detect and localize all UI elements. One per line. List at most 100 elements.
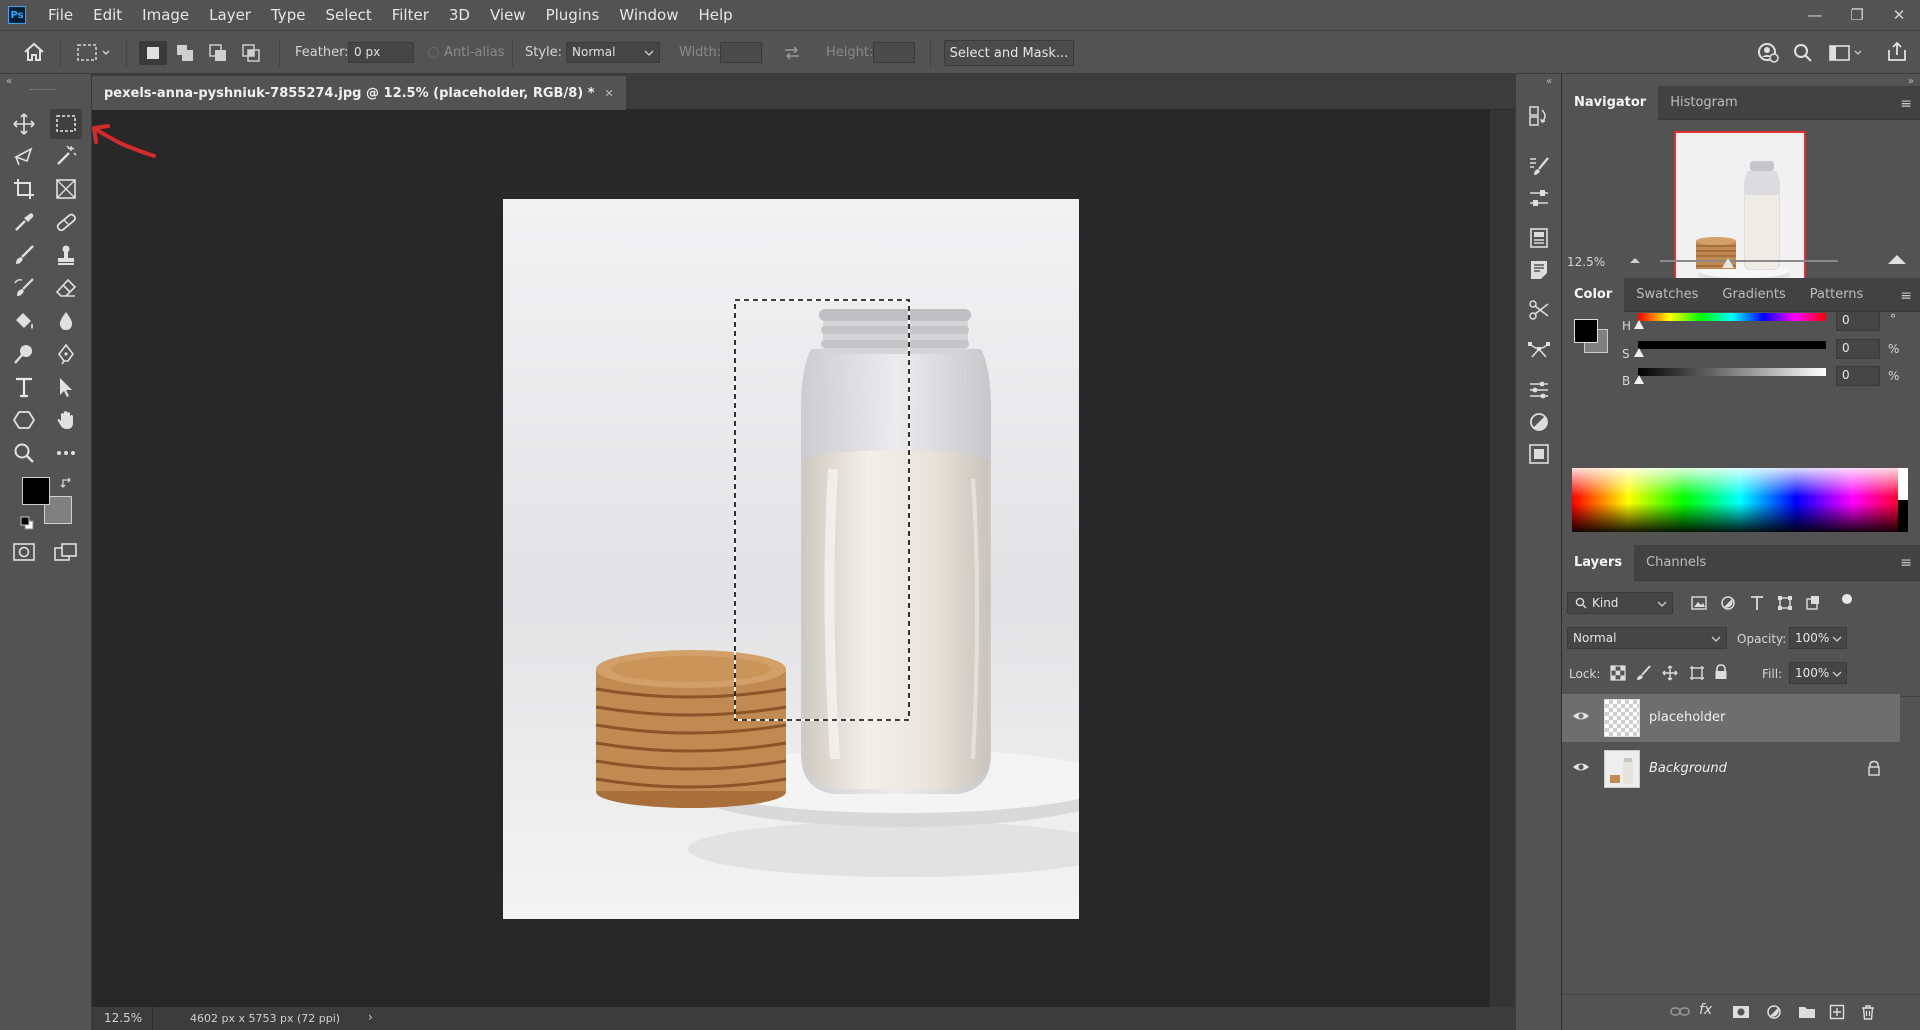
cloud-docs-icon[interactable] <box>1756 42 1780 64</box>
menu-file[interactable]: File <box>38 0 83 30</box>
layer-name[interactable]: Background <box>1649 761 1727 776</box>
lock-artboard-icon[interactable] <box>1689 665 1705 681</box>
paint-bucket-tool-icon[interactable] <box>8 306 40 336</box>
filter-type-layers-icon[interactable] <box>1749 595 1765 611</box>
status-menu-arrow[interactable]: › <box>368 1010 373 1024</box>
home-icon[interactable] <box>22 41 46 63</box>
document-tab[interactable]: pexels-anna-pyshniuk-7855274.jpg @ 12.5%… <box>92 76 626 110</box>
select-and-mask-button[interactable]: Select and Mask... <box>944 40 1074 66</box>
menu-plugins[interactable]: Plugins <box>536 0 610 30</box>
collapse-toolbar-icon[interactable]: « <box>6 76 12 87</box>
marquee-preset-icon[interactable] <box>76 43 112 63</box>
new-adjustment-layer-icon[interactable] <box>1766 1004 1782 1020</box>
quick-mask-icon[interactable] <box>8 537 40 567</box>
frame-tool-icon[interactable] <box>50 174 82 204</box>
panel-menu-icon[interactable]: ≡ <box>1900 288 1912 304</box>
screen-mode-icon[interactable] <box>50 537 82 567</box>
panel-menu-icon[interactable]: ≡ <box>1900 96 1912 112</box>
lock-image-pixels-icon[interactable] <box>1636 665 1652 681</box>
tab-gradients[interactable]: Gradients <box>1710 278 1797 312</box>
rectangular-marquee-tool-icon[interactable] <box>50 109 82 139</box>
restore-button[interactable]: ❐ <box>1836 0 1878 30</box>
vertical-scrollbar[interactable] <box>1490 110 1515 1007</box>
filter-pixel-layers-icon[interactable] <box>1691 595 1707 611</box>
feather-input[interactable]: 0 px <box>348 42 414 63</box>
paths-panel-icon[interactable] <box>1523 336 1555 364</box>
close-button[interactable]: ✕ <box>1878 0 1920 30</box>
menu-window[interactable]: Window <box>609 0 688 30</box>
fill-input[interactable]: 100% <box>1789 662 1847 684</box>
menu-filter[interactable]: Filter <box>382 0 439 30</box>
filter-toggle-icon[interactable] <box>1842 594 1852 604</box>
zoom-slider-handle[interactable] <box>1721 258 1734 268</box>
edit-toolbar-icon[interactable] <box>50 438 82 468</box>
hue-slider-handle[interactable] <box>1634 320 1644 329</box>
menu-view[interactable]: View <box>480 0 536 30</box>
zoom-out-icon[interactable] <box>1628 255 1642 265</box>
libraries-panel-icon[interactable] <box>1523 440 1555 468</box>
layer-visibility-eye-icon[interactable] <box>1572 709 1590 723</box>
minimize-button[interactable]: — <box>1794 0 1836 30</box>
eyedropper-tool-icon[interactable] <box>8 207 40 237</box>
navigator-thumbnail[interactable] <box>1674 131 1806 295</box>
pen-tool-icon[interactable] <box>50 339 82 369</box>
menu-help[interactable]: Help <box>688 0 742 30</box>
new-selection-mode-icon[interactable] <box>139 41 167 65</box>
menu-select[interactable]: Select <box>315 0 381 30</box>
color-spectrum[interactable] <box>1572 468 1908 532</box>
search-icon[interactable] <box>1793 43 1813 63</box>
magic-wand-tool-icon[interactable] <box>50 141 82 171</box>
swap-width-height-icon[interactable] <box>782 44 802 62</box>
history-panel-icon[interactable] <box>1523 102 1555 130</box>
brush-tool-icon[interactable] <box>8 240 40 270</box>
layer-kind-filter[interactable]: Kind <box>1567 592 1673 614</box>
add-to-selection-icon[interactable] <box>171 41 199 65</box>
navigator-zoom-value[interactable]: 12.5% <box>1567 255 1605 269</box>
tab-channels[interactable]: Channels <box>1634 545 1718 581</box>
height-input[interactable] <box>873 42 915 63</box>
layer-name[interactable]: placeholder <box>1649 710 1725 725</box>
tab-histogram[interactable]: Histogram <box>1658 86 1749 120</box>
layer-style-fx-icon[interactable]: fx <box>1699 1002 1712 1018</box>
default-colors-icon[interactable] <box>20 516 34 530</box>
lock-transparent-pixels-icon[interactable] <box>1610 665 1626 681</box>
tab-color[interactable]: Color <box>1562 277 1625 312</box>
notes-panel-icon[interactable] <box>1523 256 1555 284</box>
menu-layer[interactable]: Layer <box>199 0 261 30</box>
menu-image[interactable]: Image <box>132 0 199 30</box>
filter-smart-objects-icon[interactable] <box>1805 595 1821 611</box>
lock-all-icon[interactable] <box>1714 664 1728 680</box>
crop-tool-icon[interactable] <box>8 174 40 204</box>
menu-type[interactable]: Type <box>261 0 315 30</box>
style-select[interactable]: Normal <box>566 42 660 63</box>
blend-mode-select[interactable]: Normal <box>1567 627 1727 649</box>
tab-layers[interactable]: Layers <box>1562 544 1635 581</box>
new-layer-icon[interactable] <box>1829 1004 1845 1020</box>
brightness-slider[interactable] <box>1638 368 1826 376</box>
tool-presets-icon[interactable] <box>1523 296 1555 324</box>
add-layer-mask-icon[interactable] <box>1732 1005 1750 1019</box>
hue-input[interactable]: 0 <box>1836 311 1880 331</box>
clone-stamp-tool-icon[interactable] <box>50 240 82 270</box>
collapse-icons-icon[interactable]: « <box>1546 76 1552 87</box>
close-tab-icon[interactable]: ✕ <box>605 87 614 100</box>
eraser-tool-icon[interactable] <box>50 273 82 303</box>
document-image[interactable] <box>503 199 1079 919</box>
canvas-area[interactable] <box>92 110 1490 1007</box>
move-tool-icon[interactable] <box>8 109 40 139</box>
lasso-tool-icon[interactable] <box>8 141 40 171</box>
swap-colors-icon[interactable] <box>60 476 74 490</box>
saturation-input[interactable]: 0 <box>1836 339 1880 359</box>
filter-adjustment-layers-icon[interactable] <box>1720 595 1736 611</box>
lock-position-icon[interactable] <box>1662 665 1678 681</box>
saturation-slider[interactable] <box>1638 341 1826 349</box>
saturation-slider-handle[interactable] <box>1634 348 1644 357</box>
tab-navigator[interactable]: Navigator <box>1562 85 1659 120</box>
healing-brush-tool-icon[interactable] <box>50 207 82 237</box>
anti-alias-checkbox[interactable] <box>428 47 439 58</box>
dodge-tool-icon[interactable] <box>8 339 40 369</box>
tab-patterns[interactable]: Patterns <box>1798 278 1876 312</box>
tab-swatches[interactable]: Swatches <box>1624 278 1710 312</box>
layer-row-placeholder[interactable]: placeholder <box>1562 694 1900 742</box>
filter-shape-layers-icon[interactable] <box>1777 595 1793 611</box>
